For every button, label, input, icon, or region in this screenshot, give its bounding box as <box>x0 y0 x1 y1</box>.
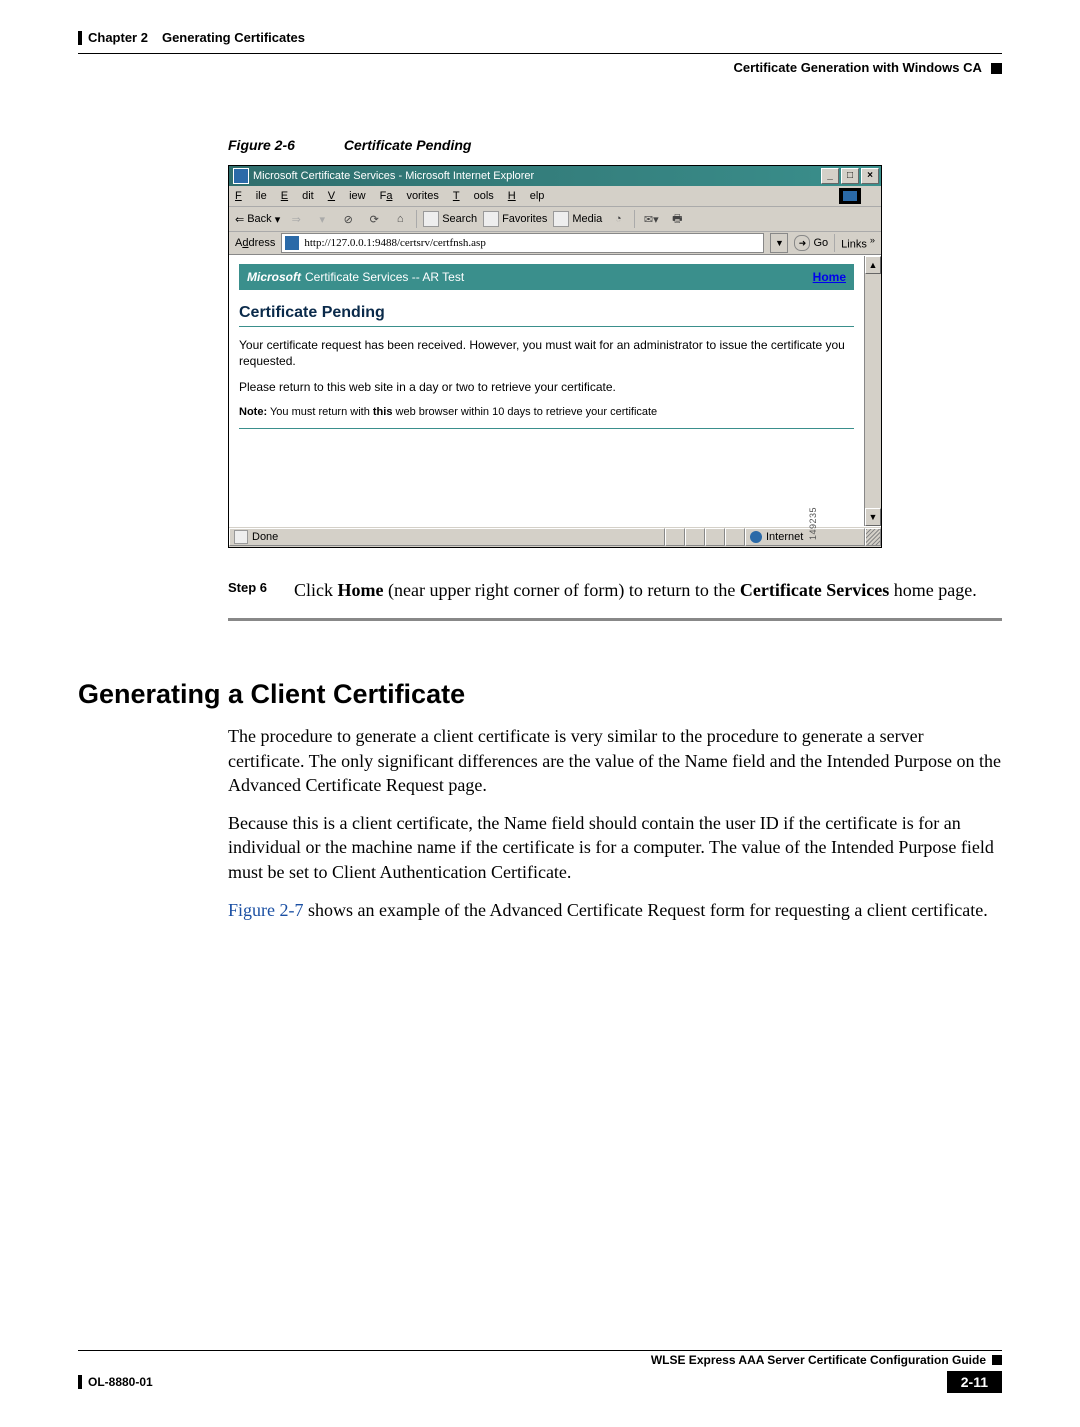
minimize-button[interactable]: _ <box>821 168 839 184</box>
address-label: Address <box>235 237 275 249</box>
figure-title: Certificate Pending <box>344 137 472 153</box>
dropdown-icon[interactable]: ▾ <box>312 209 332 229</box>
titlebar[interactable]: Microsoft Certificate Services - Microso… <box>229 166 881 186</box>
doc-number: OL-8880-01 <box>88 1375 153 1389</box>
note-rule <box>239 428 854 429</box>
status-bar: Done Internet <box>229 526 881 547</box>
header-bar-icon <box>78 31 82 45</box>
status-cell <box>665 528 685 546</box>
address-bar: Address ▼ ➜Go Links » <box>229 232 881 255</box>
resize-grip-icon[interactable] <box>865 528 881 546</box>
header-square-icon <box>991 63 1002 74</box>
stop-button[interactable]: ⊘ <box>338 209 358 229</box>
scroll-up-icon[interactable]: ▲ <box>865 256 881 274</box>
scroll-down-icon[interactable]: ▼ <box>865 508 881 526</box>
back-button[interactable]: ⇐ Back ▾ <box>235 213 280 226</box>
internet-icon <box>750 531 762 543</box>
page-number: 2-11 <box>947 1371 1002 1393</box>
history-button[interactable]: ◔ <box>608 209 628 229</box>
menu-favorites[interactable]: Favorites <box>380 190 439 202</box>
print-button[interactable]: 🖶 <box>667 209 687 229</box>
figure-label: Figure 2-6 <box>228 137 340 153</box>
guide-title: WLSE Express AAA Server Certificate Conf… <box>651 1353 986 1367</box>
menu-file[interactable]: File <box>235 190 267 202</box>
toolbar-separator <box>416 210 417 228</box>
figure-id: 149235 <box>808 507 818 540</box>
page-heading: Certificate Pending <box>239 304 854 322</box>
search-button[interactable]: Search <box>423 211 477 227</box>
section-heading: Generating a Client Certificate <box>78 679 1002 710</box>
content-para-2: Please return to this web site in a day … <box>239 379 854 395</box>
ie-icon <box>233 168 249 184</box>
running-footer: WLSE Express AAA Server Certificate Conf… <box>78 1350 1002 1393</box>
step-text: Click Home (near upper right corner of f… <box>294 578 977 602</box>
menubar: File Edit View Favorites Tools Help <box>229 186 881 207</box>
body-para-2: Because this is a client certificate, th… <box>228 811 1002 884</box>
home-link[interactable]: Home <box>813 270 846 284</box>
running-header: Chapter 2 Generating Certificates <box>78 30 1002 45</box>
menu-help[interactable]: Help <box>508 190 545 202</box>
browser-viewport: Microsoft Certificate Services -- AR Tes… <box>229 255 881 526</box>
forward-button[interactable]: ⇒ <box>286 209 306 229</box>
done-icon <box>234 530 248 544</box>
chapter-label: Chapter 2 <box>88 30 148 45</box>
service-brand: Microsoft <box>247 270 301 284</box>
content-note: Note: You must return with this web brow… <box>239 406 854 418</box>
footer-bar-icon <box>78 1375 82 1389</box>
service-title: Certificate Services -- AR Test <box>305 270 464 284</box>
body-para-3: Figure 2-7 shows an example of the Advan… <box>228 898 1002 922</box>
section-breadcrumb: Certificate Generation with Windows CA <box>734 60 982 75</box>
chapter-title: Generating Certificates <box>162 30 305 45</box>
toolbar-separator <box>834 234 835 252</box>
service-header: Microsoft Certificate Services -- AR Tes… <box>239 264 854 290</box>
scrollbar[interactable]: ▲ ▼ <box>864 256 881 526</box>
window-title: Microsoft Certificate Services - Microso… <box>253 170 819 182</box>
toolbar-separator <box>634 210 635 228</box>
status-cell <box>685 528 705 546</box>
close-button[interactable]: × <box>861 168 879 184</box>
menu-tools[interactable]: Tools <box>453 190 494 202</box>
mail-button[interactable]: ✉▾ <box>641 209 661 229</box>
status-cell <box>705 528 725 546</box>
header-right: Certificate Generation with Windows CA <box>78 60 1002 75</box>
links-button[interactable]: Links » <box>841 235 875 251</box>
status-main: Done <box>229 528 665 546</box>
ie-logo-icon <box>839 188 861 204</box>
footer-square-icon <box>992 1355 1002 1365</box>
browser-window: Microsoft Certificate Services - Microso… <box>228 165 882 548</box>
status-text: Done <box>252 531 278 543</box>
header-rule <box>78 53 1002 54</box>
home-button[interactable]: ⌂ <box>390 209 410 229</box>
go-button[interactable]: ➜Go <box>794 235 828 251</box>
menu-edit[interactable]: Edit <box>281 190 314 202</box>
step-number: Step 6 <box>228 578 294 602</box>
heading-rule <box>239 326 854 327</box>
media-button[interactable]: Media <box>553 211 602 227</box>
figure-xref-link[interactable]: Figure 2-7 <box>228 900 304 920</box>
section-end-rule <box>228 618 1002 621</box>
content-para-1: Your certificate request has been receiv… <box>239 337 854 369</box>
address-input[interactable] <box>302 236 760 250</box>
page-icon <box>285 236 299 250</box>
address-dropdown-icon[interactable]: ▼ <box>770 233 788 253</box>
status-zone: Internet <box>745 528 865 546</box>
step-row: Step 6 Click Home (near upper right corn… <box>228 578 1002 602</box>
refresh-button[interactable]: ⟳ <box>364 209 384 229</box>
search-icon <box>423 211 439 227</box>
body-para-1: The procedure to generate a client certi… <box>228 724 1002 797</box>
favorites-button[interactable]: Favorites <box>483 211 547 227</box>
zone-text: Internet <box>766 531 803 543</box>
figure-caption: Figure 2-6 Certificate Pending <box>228 137 1002 153</box>
favorites-icon <box>483 211 499 227</box>
menu-view[interactable]: View <box>328 190 366 202</box>
toolbar: ⇐ Back ▾ ⇒ ▾ ⊘ ⟳ ⌂ Search Favorites Medi… <box>229 207 881 232</box>
address-box[interactable] <box>281 233 764 253</box>
media-icon <box>553 211 569 227</box>
maximize-button[interactable]: □ <box>841 168 859 184</box>
scroll-track[interactable] <box>865 274 881 508</box>
status-cell <box>725 528 745 546</box>
go-icon: ➜ <box>794 235 810 251</box>
